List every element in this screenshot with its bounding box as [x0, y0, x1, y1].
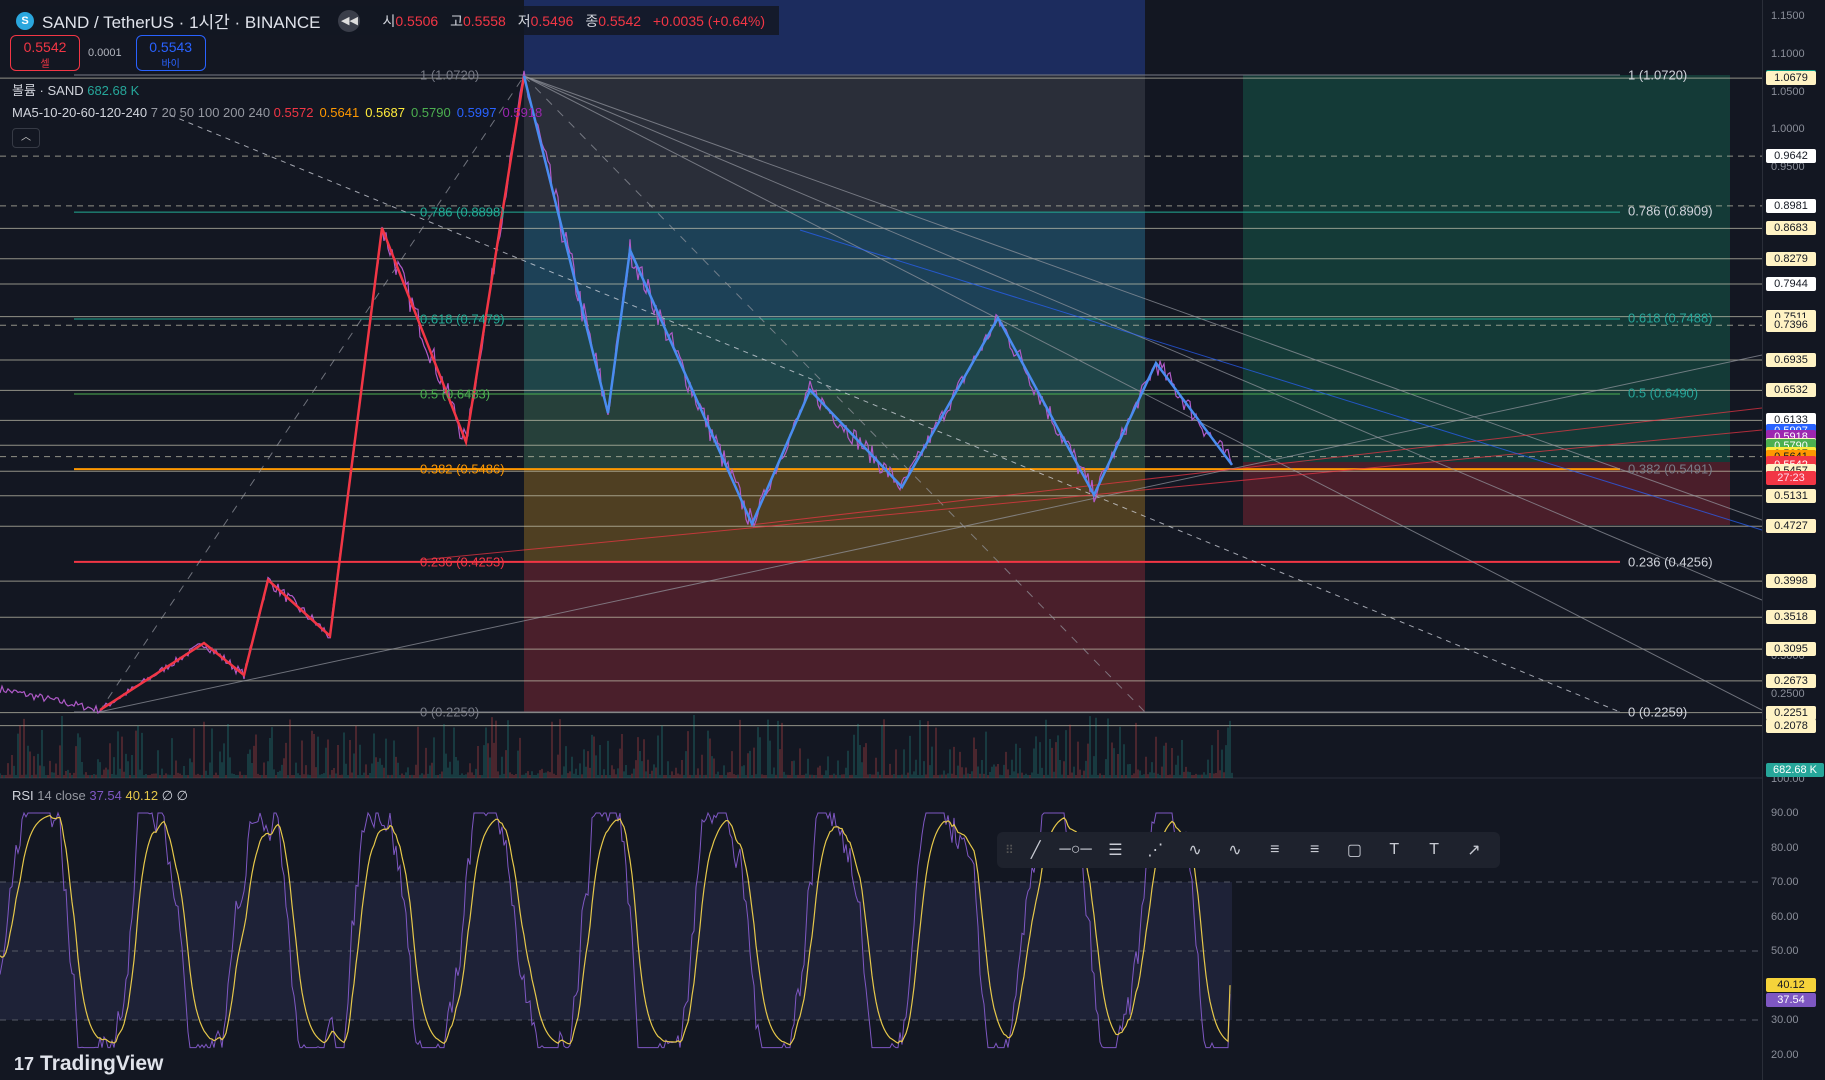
price-label: 1.0679 — [1766, 71, 1816, 86]
fib-label: 0.382 (0.5486) — [420, 461, 505, 477]
price-tick: 0.2500 — [1771, 687, 1805, 700]
ma-value: 0.5687 — [365, 105, 405, 120]
sand-logo-icon: S — [16, 11, 34, 30]
fib-zone-0 — [524, 75, 1145, 213]
sell-button[interactable]: 0.5542 셀 — [10, 35, 80, 71]
price-label: 0.7944 — [1766, 277, 1816, 291]
price-label: 0.6532 — [1766, 383, 1816, 398]
price-label: 0.8279 — [1766, 251, 1816, 266]
ma-value: 0.5641 — [319, 105, 360, 120]
pitchfork-tool-icon[interactable]: ≡ — [1297, 835, 1333, 865]
price-label: 0.6935 — [1766, 352, 1816, 367]
price-axis[interactable]: 1.1500 1.1000 1.0500 1.0000 0.9500 0.3000 0.25… — [1762, 0, 1825, 1080]
volume-legend[interactable]: 볼륨 · SAND 682.68 K — [12, 80, 139, 99]
t--tool-icon[interactable]: T — [1416, 835, 1452, 865]
t-tool-icon[interactable]: T — [1376, 835, 1412, 865]
price-label: 0.2251 — [1766, 705, 1816, 720]
trade-panel: 0.5542 셀 0.0001 0.5543 바이 — [10, 35, 206, 71]
price-chart[interactable] — [0, 0, 1762, 1080]
price-label: 0.3518 — [1766, 610, 1816, 625]
buy-button[interactable]: 0.5543 바이 — [135, 35, 206, 71]
ma-value: 0.5572 — [273, 105, 314, 120]
symbol-header: S SAND / TetherUS · 1시간 · BINANCE ◀◀ 시0.… — [10, 6, 780, 35]
fib-label: 0.236 (0.4253) — [420, 554, 505, 570]
ma-value: 0.5918 — [502, 105, 543, 120]
price-label: 0.3998 — [1766, 574, 1816, 589]
h-ray-tool-icon[interactable]: ─○─ — [1058, 835, 1094, 865]
price-tick: 1.0000 — [1771, 123, 1805, 136]
rsi-tick: 70.00 — [1771, 876, 1799, 888]
fib-label: 0.786 (0.8909) — [1628, 203, 1713, 219]
fib-label: 0.618 (0.7479) — [420, 311, 505, 327]
price-label: 0.9642 — [1766, 149, 1816, 164]
rsi-tick: 50.00 — [1771, 945, 1799, 957]
rsi-ma-label: 40.12 — [1766, 978, 1816, 993]
abcd-tool-icon[interactable]: ∿ — [1217, 835, 1253, 865]
fib-label: 0.382 (0.5491) — [1628, 461, 1713, 477]
fib-label: 0.236 (0.4256) — [1628, 554, 1713, 570]
tradingview-logo[interactable]: 17 TradingView — [14, 1052, 163, 1076]
price-label: 0.2673 — [1766, 673, 1816, 688]
line-tool-icon[interactable]: ╱ — [1018, 835, 1054, 865]
rsi-label: 37.54 — [1766, 992, 1816, 1007]
rsi-tick: 80.00 — [1771, 841, 1799, 854]
ohlc-values: 시0.5506 고0.5558 저0.5496 종0.5542 +0.0035 … — [382, 12, 766, 29]
price-tick: 1.1500 — [1771, 10, 1805, 23]
regression-tool-icon[interactable]: ≡ — [1257, 835, 1293, 865]
parallel-channel-tool-icon[interactable]: ☰ — [1097, 835, 1133, 865]
fib-label: 0 (0.2259) — [420, 704, 480, 720]
price-tick: 1.0500 — [1771, 85, 1805, 98]
xabcd-15-tool-icon[interactable]: ∿ — [1177, 835, 1213, 865]
bar-countdown: 27:23 — [1766, 470, 1816, 485]
fib-zone-5 — [524, 561, 1145, 713]
replay-icon[interactable]: ◀◀ — [338, 9, 361, 32]
symbol-title[interactable]: SAND / TetherUS · 1시간 · BINANCE — [42, 8, 320, 33]
price-label: 0.8683 — [1766, 221, 1816, 236]
rsi-legend[interactable]: RSI 14 close 37.54 40.12 ∅ ∅ — [12, 788, 188, 804]
ma-value: 0.5790 — [410, 105, 451, 120]
price-label: 0.4727 — [1766, 519, 1816, 534]
fib-label: 0.618 (0.7488) — [1628, 310, 1713, 326]
fib-label: 1 (1.0720) — [1628, 67, 1688, 83]
ma-value: 0.5997 — [456, 105, 497, 120]
collapse-legend-button[interactable]: ︿ — [12, 128, 40, 148]
price-tick: 1.1000 — [1771, 47, 1805, 60]
fib-zone-3 — [524, 394, 1145, 470]
fib-label: 0.5 (0.6483) — [420, 386, 491, 402]
price-label: 0.3095 — [1766, 642, 1816, 657]
price-label: 0.8981 — [1766, 198, 1816, 213]
volume-label: 682.68 K — [1766, 763, 1824, 777]
fib-retracement-tool-icon[interactable]: ⋰ — [1137, 835, 1173, 865]
spread: 0.0001 — [88, 47, 122, 59]
drawing-toolbar: ⠿ ╱ ─○─ ☰ ⋰ ∿ ∿ ≡ ≡ ▢ T T ↗ — [997, 832, 1500, 868]
fib-zone-2 — [524, 319, 1145, 395]
path-tool-icon[interactable]: ↗ — [1456, 835, 1492, 865]
fib-label: 1 (1.0720) — [420, 67, 480, 83]
position-profit-zone — [1243, 75, 1730, 462]
ma-legend[interactable]: MA5-10-20-60-120-240 7 20 50 100 200 240… — [12, 105, 548, 120]
fib-label: 0.786 (0.8898) — [420, 204, 505, 220]
rsi-tick: 90.00 — [1771, 807, 1799, 819]
drag-handle-icon[interactable]: ⠿ — [1005, 843, 1014, 857]
rsi-tick: 60.00 — [1771, 910, 1799, 923]
fib-label: 0.5 (0.6490) — [1628, 385, 1699, 401]
price-label: 0.7396 — [1766, 318, 1816, 333]
rsi-tick: 20.00 — [1771, 1048, 1799, 1061]
price-label: 0.5131 — [1766, 488, 1816, 503]
fib-label: 0 (0.2259) — [1628, 704, 1688, 720]
price-label: 0.2078 — [1766, 718, 1816, 733]
rectangle-tool-icon[interactable]: ▢ — [1337, 835, 1373, 865]
rsi-tick: 30.00 — [1771, 1014, 1799, 1026]
